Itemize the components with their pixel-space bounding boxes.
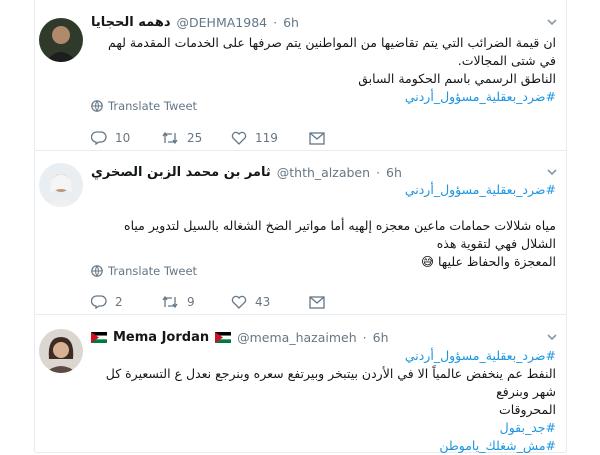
globe-icon: [91, 100, 103, 112]
translate-tweet[interactable]: Translate Tweet: [91, 263, 197, 279]
reply-icon: [91, 295, 107, 309]
tweet-text: #ضرد_بعقلية_مسؤول_أردني مياه شلالات حمام…: [91, 181, 556, 271]
like-count: 119: [255, 131, 278, 145]
like-button[interactable]: 119: [231, 128, 278, 148]
reply-button[interactable]: 10: [91, 128, 130, 148]
translate-label: Translate Tweet: [108, 99, 198, 113]
chevron-down-icon[interactable]: [546, 16, 558, 28]
author-name[interactable]: ثامر بن محمد الزبن الصخري: [91, 165, 271, 180]
tweet-time[interactable]: 6h: [283, 15, 299, 30]
retweet-count: 25: [187, 131, 203, 145]
tweet-header: Mema Jordan @mema_hazaimeh · 6h: [91, 327, 536, 347]
chevron-down-icon[interactable]: [546, 331, 558, 343]
tweet-line: مياه شلالات حمامات ماعين معجزه إلهيه أما…: [124, 218, 556, 251]
tweet-card[interactable]: Mema Jordan @mema_hazaimeh · 6h #ضرد_بعق…: [35, 315, 566, 453]
author-handle[interactable]: @thth_alzaben: [277, 165, 370, 180]
left-gutter: [0, 0, 35, 452]
like-icon: [231, 295, 247, 309]
author-name[interactable]: Mema Jordan: [113, 330, 209, 345]
hashtag-link[interactable]: #جد_بقول: [91, 419, 556, 437]
tweet-line: المحروقات: [498, 402, 556, 417]
chevron-down-icon[interactable]: [546, 166, 558, 178]
retweet-icon: [162, 295, 178, 309]
avatar[interactable]: [39, 163, 83, 207]
tweet-actions: 2 9 43: [91, 292, 391, 312]
tweet-header: ثامر بن محمد الزبن الصخري @thth_alzaben …: [91, 164, 402, 180]
retweet-icon: [162, 131, 178, 145]
jordan-flag-icon: [91, 331, 107, 343]
author-name[interactable]: دهمه الحجايا: [91, 15, 171, 30]
retweet-count: 9: [187, 295, 195, 309]
tweet-text: #ضرد_بعقلية_مسؤول_أردني النفط عم ينخفض ع…: [91, 347, 556, 455]
hashtag-link[interactable]: #ضرد_بعقلية_مسؤول_أردني: [91, 347, 556, 365]
tweet-line: ان قيمة الضرائب التي يتم تقاضيها من المو…: [108, 35, 556, 68]
message-button[interactable]: [309, 292, 325, 312]
translate-label: Translate Tweet: [108, 264, 198, 278]
message-icon: [309, 295, 325, 309]
tweet-time[interactable]: 6h: [373, 330, 389, 345]
translate-tweet[interactable]: Translate Tweet: [91, 98, 197, 114]
avatar[interactable]: [39, 18, 83, 62]
reply-button[interactable]: 2: [91, 292, 123, 312]
retweet-button[interactable]: 25: [161, 128, 202, 148]
message-icon: [309, 131, 325, 145]
globe-icon: [91, 265, 103, 277]
right-gutter: [566, 0, 600, 452]
tweet-card[interactable]: ثامر بن محمد الزبن الصخري @thth_alzaben …: [35, 151, 566, 315]
author-handle[interactable]: @DEHMA1984: [177, 15, 268, 30]
tweet-header: دهمه الحجايا @DEHMA1984 · 6h: [91, 14, 299, 30]
author-handle[interactable]: @mema_hazaimeh: [237, 330, 357, 345]
reply-icon: [91, 131, 107, 145]
retweet-button[interactable]: 9: [161, 292, 195, 312]
hashtag-link[interactable]: #ضرد_بعقلية_مسؤول_أردني: [91, 181, 556, 199]
jordan-flag-icon: [215, 331, 232, 343]
hashtag-link[interactable]: #مش_شغلك_ياموطن: [91, 437, 556, 455]
tweet-line: النفط عم ينخفض عالمياً الا في الأردن بيت…: [105, 366, 556, 399]
like-button[interactable]: 43: [231, 292, 270, 312]
reply-count: 10: [115, 131, 131, 145]
tweet-text: ان قيمة الضرائب التي يتم تقاضيها من المو…: [91, 34, 556, 106]
like-icon: [231, 131, 247, 145]
message-button[interactable]: [309, 128, 325, 148]
avatar[interactable]: [39, 329, 83, 373]
tweet-time[interactable]: 6h: [386, 165, 402, 180]
tweet-actions: 10 25 119: [91, 128, 391, 148]
reply-count: 2: [115, 295, 123, 309]
like-count: 43: [255, 295, 271, 309]
tweet-card[interactable]: دهمه الحجايا @DEHMA1984 · 6h ان قيمة الض…: [35, 0, 566, 151]
tweet-line: الناطق الرسمي باسم الحكومة السابق: [358, 71, 556, 86]
